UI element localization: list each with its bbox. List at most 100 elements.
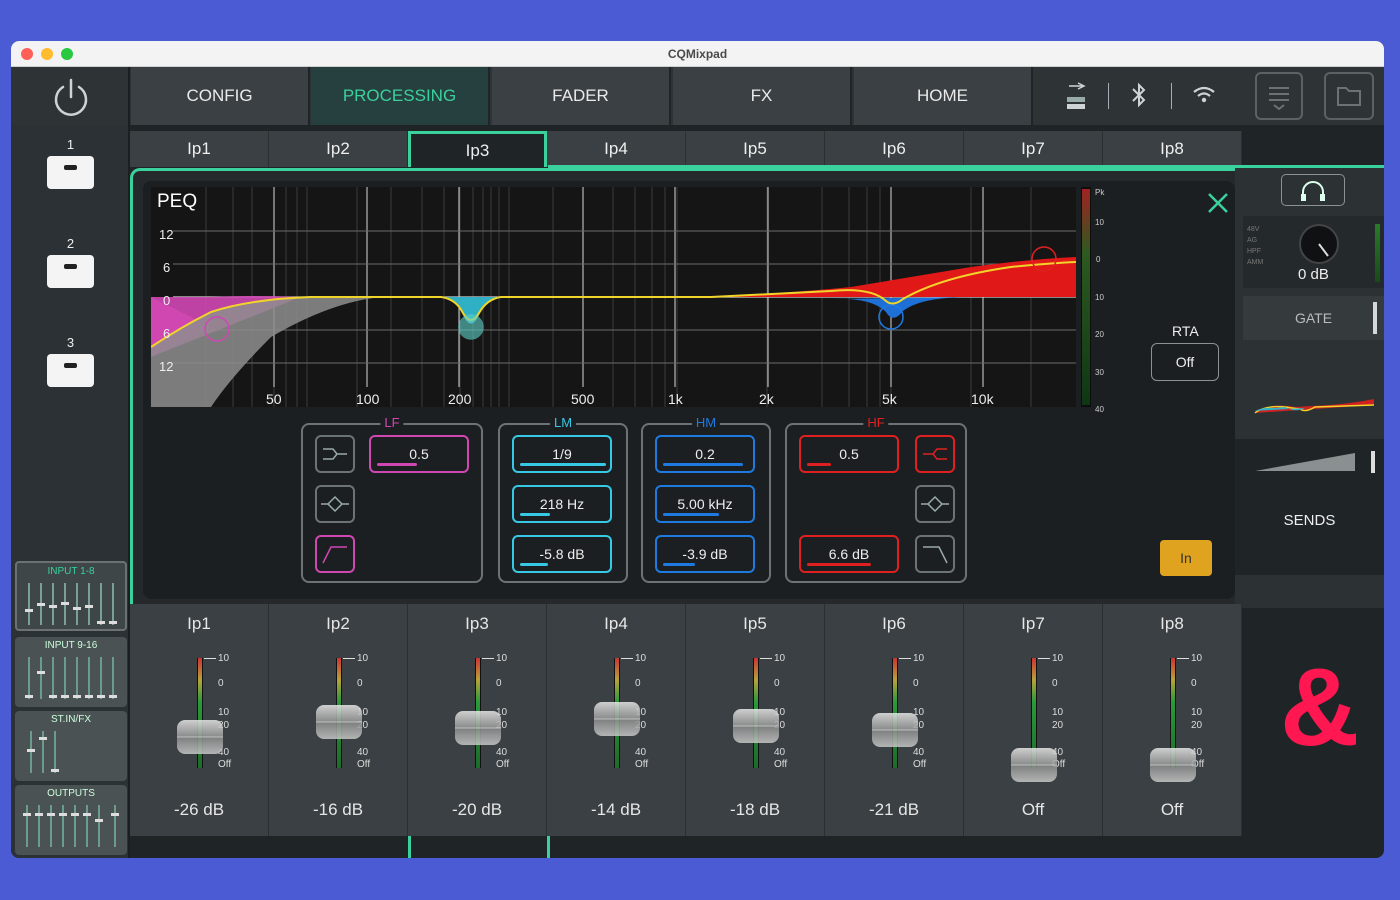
power-button[interactable] — [11, 67, 130, 125]
fader-scale-tick: 0 — [496, 678, 502, 689]
fader-knob[interactable] — [733, 709, 779, 743]
channel-tab-ip5[interactable]: Ip5 — [686, 131, 825, 167]
hf-lpf-type-button[interactable] — [915, 535, 955, 573]
scene-slot-1[interactable]: 1 — [47, 137, 94, 189]
fader-knob[interactable] — [1150, 748, 1196, 782]
channel-tab-ip4[interactable]: Ip4 — [547, 131, 686, 167]
lf-hpf-type-button[interactable] — [315, 535, 355, 573]
meter-tick: 40 — [1095, 405, 1104, 414]
channel-tab-ip2[interactable]: Ip2 — [269, 131, 408, 167]
bank-outputs[interactable]: OUTPUTS — [15, 785, 127, 855]
channel-tabs: Ip1 Ip2 Ip3 Ip4 Ip5 Ip6 Ip7 Ip8 — [130, 131, 1384, 167]
fader-knob[interactable] — [1011, 748, 1057, 782]
bank-label: OUTPUTS — [47, 788, 95, 799]
lm-handle[interactable] — [458, 314, 484, 340]
preamp-badges: 48V AG HPF AMM — [1247, 224, 1263, 268]
bank-input-9-16[interactable]: INPUT 9-16 — [15, 637, 127, 707]
fader-channel-name: Ip3 — [465, 614, 489, 633]
badge-hpf[interactable]: HPF — [1247, 246, 1263, 257]
channel-tab-ip6[interactable]: Ip6 — [825, 131, 964, 167]
bank-st-in-fx[interactable]: ST.IN/FX — [15, 711, 127, 781]
eq-graph[interactable] — [151, 187, 1131, 409]
rta-label: RTA — [1172, 323, 1199, 339]
band-label-hm: HM — [691, 415, 721, 430]
hf-shelf-type-button[interactable] — [915, 435, 955, 473]
hm-gain-button[interactable]: -3.9 dB — [655, 535, 755, 573]
usb-icon[interactable] — [1064, 80, 1090, 114]
tab-fx[interactable]: FX — [673, 67, 852, 125]
menu-button[interactable] — [1255, 72, 1303, 120]
sends-label: SENDS — [1283, 512, 1336, 529]
hf-peak-type-button[interactable] — [915, 485, 955, 523]
freq-tick: 10k — [971, 391, 994, 407]
mini-faders-icon — [25, 583, 117, 625]
lf-width-button[interactable]: 0.5 — [369, 435, 469, 473]
tab-home[interactable]: HOME — [854, 67, 1033, 125]
fader-scale-tick: 10 — [1052, 707, 1064, 718]
badge-ag[interactable]: AG — [1247, 235, 1263, 246]
slot-icon — [47, 255, 94, 288]
hm-freq-button[interactable]: 5.00 kHz — [655, 485, 755, 523]
fader-channel: Ip6 10 0 10 20 40 Off -21 dB — [825, 604, 964, 836]
power-icon — [54, 78, 88, 116]
fader-scale-tick: 0 — [357, 678, 363, 689]
freq-tick: 2k — [759, 391, 774, 407]
channel-tab-ip3[interactable]: Ip3 — [408, 131, 547, 167]
lf-bell-type-button[interactable] — [315, 435, 355, 473]
badge-48v[interactable]: 48V — [1247, 224, 1263, 235]
band-label-hf: HF — [863, 415, 889, 430]
bank-label: INPUT 9-16 — [44, 640, 98, 651]
fader-scale-tick: 10 — [774, 653, 786, 664]
scene-slot-2[interactable]: 2 — [47, 236, 94, 288]
fader-knob[interactable] — [455, 711, 501, 745]
channel-tab-ip1[interactable]: Ip1 — [130, 131, 269, 167]
tab-processing[interactable]: PROCESSING — [311, 67, 490, 125]
hm-width-value: 0.2 — [695, 446, 715, 462]
slot-number: 1 — [66, 137, 75, 152]
fader-db-value: Off — [1160, 800, 1184, 819]
lm-width-button[interactable]: 1/9 — [512, 435, 612, 473]
scene-slot-3[interactable]: 3 — [47, 335, 94, 387]
gain-knob[interactable] — [1295, 222, 1343, 266]
fader-scale-tick: 10 — [357, 653, 369, 664]
lm-freq-value: 218 Hz — [539, 496, 585, 512]
gate-block[interactable]: GATE — [1243, 296, 1384, 340]
divider — [1108, 83, 1109, 109]
meter-tick: 20 — [1095, 330, 1104, 339]
tab-fader[interactable]: FADER — [492, 67, 671, 125]
fader-scale-tick: 10 — [218, 653, 230, 664]
eq-preview — [1235, 383, 1384, 414]
close-icon[interactable] — [1206, 191, 1230, 215]
fader-scale-tick: 10 — [635, 653, 647, 664]
channel-tab-ip7[interactable]: Ip7 — [964, 131, 1103, 167]
hf-gain-value: 6.6 dB — [828, 546, 870, 562]
rta-toggle[interactable]: Off — [1151, 343, 1219, 381]
fader-knob[interactable] — [177, 720, 223, 754]
freq-tick: 100 — [356, 391, 380, 407]
hf-width-button[interactable]: 0.5 — [799, 435, 899, 473]
bell-type-icon — [921, 495, 949, 513]
fader-knob[interactable] — [872, 713, 918, 747]
fader-knob[interactable] — [316, 705, 362, 739]
eq-in-button[interactable]: In — [1160, 540, 1212, 576]
badge-amm[interactable]: AMM — [1247, 257, 1263, 268]
bluetooth-icon[interactable] — [1128, 80, 1150, 110]
hm-width-button[interactable]: 0.2 — [655, 435, 755, 473]
lm-freq-button[interactable]: 218 Hz — [512, 485, 612, 523]
fader-scale-tick: 0 — [635, 678, 641, 689]
lf-peak-type-button[interactable] — [315, 485, 355, 523]
fader-channel-name: Ip7 — [1021, 614, 1045, 633]
peq-title: PEQ — [157, 191, 198, 212]
channel-tab-ip8[interactable]: Ip8 — [1103, 131, 1242, 167]
wifi-icon[interactable] — [1191, 80, 1217, 110]
fader-knob[interactable] — [594, 702, 640, 736]
folder-button[interactable] — [1324, 72, 1374, 120]
tab-config[interactable]: CONFIG — [131, 67, 310, 125]
headphone-button[interactable] — [1281, 174, 1345, 206]
lm-gain-button[interactable]: -5.8 dB — [512, 535, 612, 573]
bank-input-1-8[interactable]: INPUT 1-8 — [15, 561, 127, 631]
fader-channel-name: Ip4 — [604, 614, 628, 633]
freq-tick: 1k — [668, 391, 683, 407]
sends-block[interactable]: SENDS — [1235, 439, 1384, 575]
hf-gain-button[interactable]: 6.6 dB — [799, 535, 899, 573]
